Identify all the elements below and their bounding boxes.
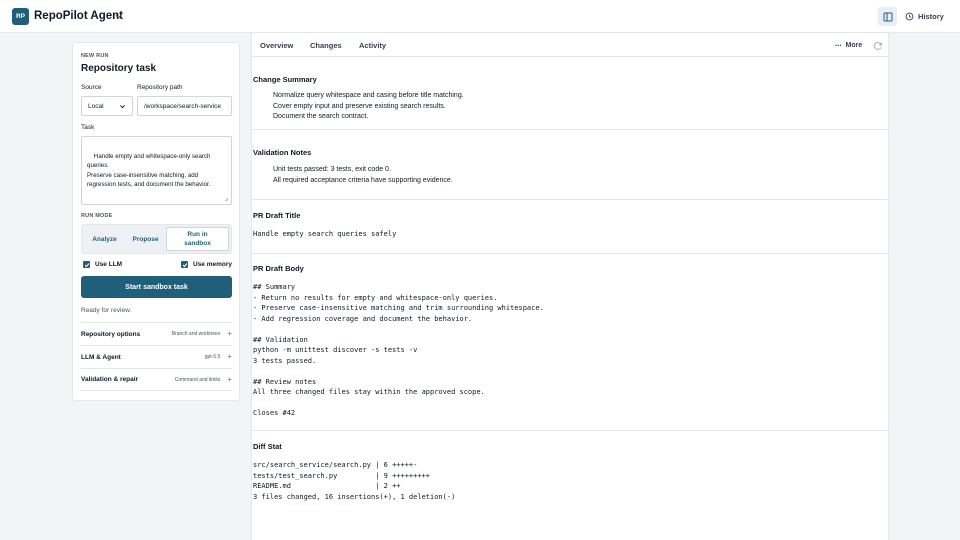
history-label: History bbox=[918, 12, 944, 21]
plus-icon: + bbox=[227, 374, 232, 384]
checkbox-checked-icon bbox=[83, 261, 90, 268]
new-run-card: NEW RUN Repository task Source Repositor… bbox=[72, 42, 240, 401]
task-text: Handle empty and whitespace-only search … bbox=[87, 152, 211, 189]
source-label: Source bbox=[81, 84, 102, 91]
run-mode-selector: Analyze Propose Run in sandbox bbox=[81, 224, 232, 254]
form-title: Repository task bbox=[81, 63, 157, 74]
change-summary-title: Change Summary bbox=[253, 75, 317, 84]
option-title: LLM & Agent bbox=[81, 353, 121, 361]
top-bar: RP RepoPilot Agent History bbox=[0, 0, 960, 33]
results-panel: Overview Changes Activity ··· More Chang… bbox=[251, 33, 890, 540]
tab-changes[interactable]: Changes bbox=[310, 41, 342, 50]
more-dots-icon: ··· bbox=[835, 41, 842, 50]
plus-icon: + bbox=[227, 352, 232, 361]
chevron-down-icon bbox=[120, 104, 125, 108]
use-memory-label: Use memory bbox=[193, 261, 233, 268]
list-item: Normalize query whitespace and casing be… bbox=[273, 92, 464, 99]
list-item: Document the search contract. bbox=[273, 113, 369, 120]
history-button[interactable]: History bbox=[905, 10, 944, 23]
option-detail: gpt-5.5 bbox=[204, 354, 221, 360]
list-item: Unit tests passed: 3 tests, exit code 0. bbox=[273, 166, 391, 173]
diff-stat-heading: Diff Stat bbox=[253, 442, 282, 451]
task-textarea[interactable]: Handle empty and whitespace-only search … bbox=[81, 136, 232, 205]
run-mode-analyze[interactable]: Analyze bbox=[84, 227, 125, 251]
run-mode-propose[interactable]: Propose bbox=[125, 227, 166, 251]
source-select[interactable]: Local bbox=[81, 96, 133, 116]
new-run-eyebrow: NEW RUN bbox=[81, 53, 109, 59]
more-label: More bbox=[845, 42, 863, 49]
start-sandbox-task-button[interactable]: Start sandbox task bbox=[81, 276, 232, 298]
tab-overview[interactable]: Overview bbox=[260, 41, 293, 50]
sidebar-panel-button[interactable] bbox=[878, 7, 897, 26]
more-button[interactable]: ··· More bbox=[835, 41, 862, 50]
option-detail: Command and limits bbox=[174, 376, 221, 383]
use-memory-checkbox[interactable]: Use memory bbox=[181, 261, 232, 268]
pr-draft-body-heading: PR Draft Body bbox=[253, 264, 304, 273]
validation-repair-row[interactable]: Validation & repair Command and limits + bbox=[81, 368, 232, 391]
chevron-down-icon[interactable] bbox=[114, 12, 123, 21]
use-llm-checkbox[interactable]: Use LLM bbox=[83, 261, 122, 268]
plus-icon: + bbox=[227, 329, 232, 338]
change-summary-list: Normalize query whitespace and casing be… bbox=[273, 91, 464, 123]
run-mode-run-in-sandbox[interactable]: Run in sandbox bbox=[166, 227, 229, 251]
sidebar-panel-icon bbox=[883, 12, 892, 21]
validation-notes-title: Validation Notes bbox=[253, 148, 312, 157]
run-mode-label: RUN MODE bbox=[81, 213, 113, 219]
refresh-icon[interactable] bbox=[873, 41, 883, 51]
option-title: Validation & repair bbox=[81, 376, 139, 383]
repository-path-label: Repository path bbox=[137, 84, 183, 91]
option-detail: Branch and worktrees bbox=[171, 331, 221, 337]
option-title: Repository options bbox=[81, 330, 141, 338]
task-label: Task bbox=[81, 124, 95, 131]
divider bbox=[252, 430, 890, 431]
divider bbox=[252, 253, 890, 254]
validation-notes-list: Unit tests passed: 3 tests, exit code 0.… bbox=[273, 165, 453, 186]
repository-options-row[interactable]: Repository options Branch and worktrees + bbox=[81, 322, 232, 345]
repository-path-input[interactable]: /workspace/search-service bbox=[137, 96, 232, 116]
pr-draft-title-heading: PR Draft Title bbox=[253, 211, 301, 220]
app-logo: RP bbox=[12, 8, 29, 25]
pr-draft-body-text: ## Summary - Return no results for empty… bbox=[253, 283, 544, 417]
list-item: All required acceptance criteria have su… bbox=[273, 176, 453, 184]
diff-stat-text: src/search_service/search.py | 6 +++++- … bbox=[253, 461, 456, 501]
source-value: Local bbox=[88, 102, 104, 110]
app-title[interactable]: RepoPilot Agent bbox=[34, 10, 123, 22]
pr-draft-title-text: Handle empty search queries safely bbox=[253, 230, 397, 238]
divider bbox=[252, 199, 890, 200]
divider bbox=[252, 129, 890, 130]
llm-agent-row[interactable]: LLM & Agent gpt-5.5 + bbox=[81, 345, 232, 368]
list-item: Cover empty input and preserve existing … bbox=[273, 102, 446, 110]
checkbox-checked-icon bbox=[181, 261, 188, 268]
tab-bar: Overview Changes Activity ··· More bbox=[252, 33, 890, 57]
resize-grip-icon[interactable] bbox=[224, 197, 229, 202]
history-clock-icon bbox=[905, 12, 914, 21]
status-text: Ready for review. bbox=[81, 307, 132, 314]
use-llm-label: Use LLM bbox=[95, 261, 123, 268]
tab-activity[interactable]: Activity bbox=[359, 41, 386, 50]
